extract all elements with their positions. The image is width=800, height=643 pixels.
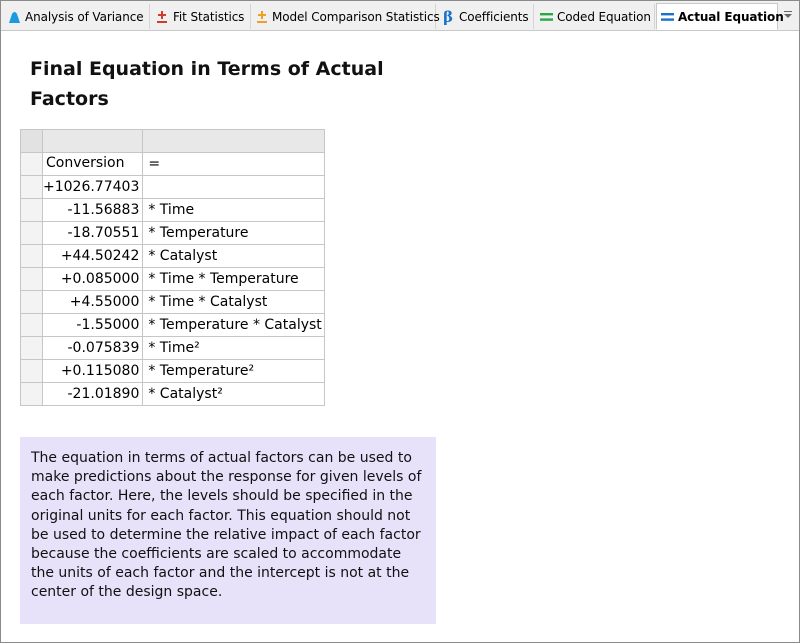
table-row: +44.50242 * Catalyst	[20, 244, 326, 268]
response-cell[interactable]: Conversion	[41, 152, 144, 176]
coefficient-cell[interactable]: -0.075839	[41, 336, 144, 360]
row-header[interactable]	[20, 313, 43, 337]
term-cell[interactable]	[142, 175, 326, 199]
response-name: Conversion	[42, 152, 144, 176]
tab-label: Coded Equation	[557, 9, 651, 24]
row-header-corner[interactable]	[20, 129, 43, 153]
table-row: +0.115080 * Temperature²	[20, 359, 326, 383]
coefficient-cell[interactable]: +1026.77403	[41, 175, 144, 199]
equals-icon	[661, 9, 674, 25]
term-cell[interactable]: * Temperature * Catalyst	[142, 313, 326, 337]
table-row: -0.075839 * Time²	[20, 336, 326, 360]
row-header[interactable]	[20, 290, 43, 314]
table-row: +4.55000 * Time * Catalyst	[20, 290, 326, 314]
tab-label: Coefficients	[459, 9, 529, 24]
table-row: Conversion =	[20, 152, 326, 176]
tab-label: Analysis of Variance	[25, 9, 144, 24]
table-row: -1.55000 * Temperature * Catalyst	[20, 313, 326, 337]
table-row: +0.085000 * Time * Temperature	[20, 267, 326, 291]
column-header-term[interactable]	[142, 129, 326, 153]
coefficient-cell[interactable]: -21.01890	[41, 382, 144, 406]
equation-table: Conversion = +1026.77403 -11.56883 * Tim…	[20, 129, 326, 406]
term-cell[interactable]: * Temperature	[142, 221, 326, 245]
tab-coefficients[interactable]: β Coefficients	[437, 4, 534, 29]
explanation-note: The equation in terms of actual factors …	[20, 437, 436, 624]
term-cell[interactable]: * Time * Temperature	[142, 267, 326, 291]
row-header[interactable]	[20, 152, 43, 176]
column-header-coefficient[interactable]	[41, 129, 144, 153]
row-header[interactable]	[20, 267, 43, 291]
row-header[interactable]	[20, 221, 43, 245]
row-header[interactable]	[20, 198, 43, 222]
tab-analysis-of-variance[interactable]: Analysis of Variance	[3, 4, 150, 29]
tab-coded-equation[interactable]: Coded Equation	[535, 4, 655, 29]
table-header-row	[20, 129, 326, 153]
plus-minus-icon	[155, 9, 169, 25]
coefficient-cell[interactable]: +0.115080	[41, 359, 144, 383]
plus-minus-icon	[256, 9, 268, 25]
term-cell[interactable]: * Catalyst²	[142, 382, 326, 406]
row-header[interactable]	[20, 244, 43, 268]
row-header[interactable]	[20, 336, 43, 360]
table-row: +1026.77403	[20, 175, 326, 199]
term-cell[interactable]: * Time	[142, 198, 326, 222]
coefficient-cell[interactable]: -1.55000	[41, 313, 144, 337]
table-row: -21.01890 * Catalyst²	[20, 382, 326, 406]
beta-icon: β	[443, 7, 453, 26]
table-row: -18.70551 * Temperature	[20, 221, 326, 245]
term-cell[interactable]: * Time²	[142, 336, 326, 360]
coefficient-cell[interactable]: +0.085000	[41, 267, 144, 291]
coefficient-cell[interactable]: +44.50242	[41, 244, 144, 268]
term-cell[interactable]: * Catalyst	[142, 244, 326, 268]
tab-strip: Analysis of Variance Fit Statistics Mode…	[1, 1, 799, 31]
tab-actual-equation[interactable]: Actual Equation	[656, 3, 784, 30]
row-header[interactable]	[20, 359, 43, 383]
coefficient-cell[interactable]: -18.70551	[41, 221, 144, 245]
tab-fit-statistics[interactable]: Fit Statistics	[151, 4, 251, 29]
tab-label: Model Comparison Statistics	[272, 9, 440, 24]
row-header[interactable]	[20, 382, 43, 406]
row-header[interactable]	[20, 175, 43, 199]
tab-overflow-dropdown-icon[interactable]	[783, 10, 793, 20]
coefficient-cell[interactable]: -11.56883	[41, 198, 144, 222]
term-cell[interactable]: * Temperature²	[142, 359, 326, 383]
anova-bell-icon	[7, 9, 21, 25]
tab-model-comparison-statistics[interactable]: Model Comparison Statistics	[252, 4, 440, 29]
table-row: -11.56883 * Time	[20, 198, 326, 222]
equals-cell[interactable]: =	[142, 152, 326, 176]
page-title: Final Equation in Terms of Actual Factor…	[30, 58, 384, 110]
equals-icon	[539, 9, 553, 25]
tab-label: Fit Statistics	[173, 9, 245, 24]
term-cell[interactable]: * Time * Catalyst	[142, 290, 326, 314]
coefficient-cell[interactable]: +4.55000	[41, 290, 144, 314]
tab-label: Actual Equation	[678, 9, 784, 24]
